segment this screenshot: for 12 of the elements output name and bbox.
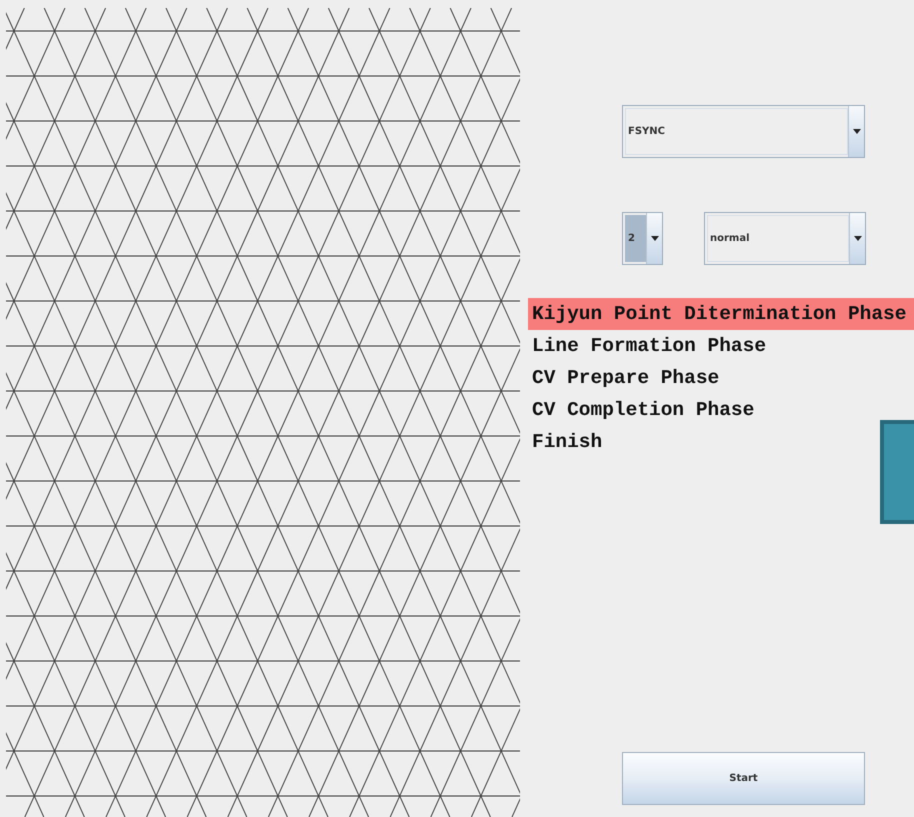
- count-dropdown[interactable]: 2: [622, 212, 663, 265]
- phase-item: CV Completion Phase: [531, 398, 754, 423]
- phase-item: Line Formation Phase: [531, 334, 766, 359]
- algorithm-dropdown[interactable]: FSYNC: [622, 105, 865, 158]
- phase-item: Kijyun Point Ditermination Phase: [528, 298, 914, 330]
- caret-icon: [650, 236, 658, 241]
- phase-item: Finish: [531, 430, 602, 455]
- phase-item: CV Prepare Phase: [531, 366, 720, 391]
- caret-icon: [852, 129, 860, 134]
- start-button[interactable]: Start: [622, 752, 865, 805]
- caret-icon: [854, 236, 862, 241]
- mode-dropdown[interactable]: normal: [704, 212, 866, 265]
